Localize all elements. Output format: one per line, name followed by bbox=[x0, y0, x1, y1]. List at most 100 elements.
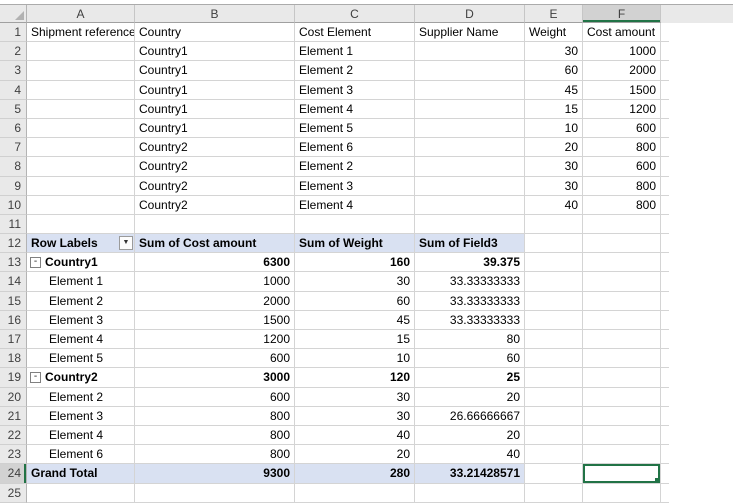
cell-E4[interactable]: 45 bbox=[525, 80, 583, 100]
cell-B8[interactable]: Country2 bbox=[135, 157, 295, 177]
cell-A23[interactable]: Element 6 bbox=[27, 445, 135, 465]
cell-C15[interactable]: 60 bbox=[295, 291, 415, 311]
cell-B3[interactable]: Country1 bbox=[135, 61, 295, 81]
cell-B4[interactable]: Country1 bbox=[135, 80, 295, 100]
cell-D3[interactable] bbox=[415, 61, 525, 81]
cell-D18[interactable]: 60 bbox=[415, 349, 525, 369]
row-header-4[interactable]: 4 bbox=[0, 80, 27, 100]
row-labels-filter-button[interactable]: ▼ bbox=[119, 236, 133, 251]
cell-A21[interactable]: Element 3 bbox=[27, 406, 135, 426]
cell-F24[interactable] bbox=[583, 464, 661, 484]
cell-E11[interactable] bbox=[525, 214, 583, 235]
cell-E15[interactable] bbox=[525, 291, 583, 311]
cell-A11[interactable] bbox=[27, 214, 135, 235]
column-header-a[interactable]: A bbox=[27, 5, 135, 23]
cell-D13[interactable]: 39.375 bbox=[415, 253, 525, 273]
cell-A12[interactable]: Row Labels ▼ bbox=[27, 234, 135, 254]
cell-E18[interactable] bbox=[525, 349, 583, 369]
cell-F2[interactable]: 1000 bbox=[583, 42, 661, 62]
cell-A16[interactable]: Element 3 bbox=[27, 310, 135, 330]
cell-B16[interactable]: 1500 bbox=[135, 310, 295, 330]
cell-B15[interactable]: 2000 bbox=[135, 291, 295, 311]
cell-F13[interactable] bbox=[583, 253, 661, 273]
cell-F7[interactable]: 800 bbox=[583, 138, 661, 158]
cell-B13[interactable]: 6300 bbox=[135, 253, 295, 273]
cell-D23[interactable]: 40 bbox=[415, 445, 525, 465]
cell-F8[interactable]: 600 bbox=[583, 157, 661, 177]
row-header-18[interactable]: 18 bbox=[0, 349, 27, 369]
row-header-23[interactable]: 23 bbox=[0, 445, 27, 465]
cell-D21[interactable]: 26.66666667 bbox=[415, 406, 525, 426]
cell-B22[interactable]: 800 bbox=[135, 425, 295, 446]
cell-E8[interactable]: 30 bbox=[525, 157, 583, 177]
cell-A9[interactable] bbox=[27, 176, 135, 196]
cell-A8[interactable] bbox=[27, 157, 135, 177]
cell-C12[interactable]: Sum of Weight bbox=[295, 234, 415, 254]
cell-C24[interactable]: 280 bbox=[295, 464, 415, 484]
cell-C9[interactable]: Element 3 bbox=[295, 176, 415, 196]
cell-B23[interactable]: 800 bbox=[135, 445, 295, 465]
row-header-3[interactable]: 3 bbox=[0, 61, 27, 81]
cell-C8[interactable]: Element 2 bbox=[295, 157, 415, 177]
row-header-16[interactable]: 16 bbox=[0, 310, 27, 330]
cell-A2[interactable] bbox=[27, 42, 135, 62]
cell-C7[interactable]: Element 6 bbox=[295, 138, 415, 158]
cell-C18[interactable]: 10 bbox=[295, 349, 415, 369]
cell-F1[interactable]: Cost amount bbox=[583, 23, 661, 43]
cell-C3[interactable]: Element 2 bbox=[295, 61, 415, 81]
cell-C10[interactable]: Element 4 bbox=[295, 195, 415, 215]
cell-A22[interactable]: Element 4 bbox=[27, 425, 135, 446]
cell-A4[interactable] bbox=[27, 80, 135, 100]
row-header-22[interactable]: 22 bbox=[0, 425, 27, 446]
cell-B17[interactable]: 1200 bbox=[135, 330, 295, 350]
cell-A3[interactable] bbox=[27, 61, 135, 81]
cell-E16[interactable] bbox=[525, 310, 583, 330]
cell-D14[interactable]: 33.33333333 bbox=[415, 272, 525, 292]
row-header-9[interactable]: 9 bbox=[0, 176, 27, 196]
cell-B2[interactable]: Country1 bbox=[135, 42, 295, 62]
cell-D16[interactable]: 33.33333333 bbox=[415, 310, 525, 330]
row-header-15[interactable]: 15 bbox=[0, 291, 27, 311]
row-header-2[interactable]: 2 bbox=[0, 42, 27, 62]
cell-E3[interactable]: 60 bbox=[525, 61, 583, 81]
cell-F17[interactable] bbox=[583, 330, 661, 350]
cell-E6[interactable]: 10 bbox=[525, 118, 583, 139]
cell-B20[interactable]: 600 bbox=[135, 387, 295, 407]
cell-E12[interactable] bbox=[525, 234, 583, 254]
cell-B18[interactable]: 600 bbox=[135, 349, 295, 369]
cell-E1[interactable]: Weight bbox=[525, 23, 583, 43]
cell-D5[interactable] bbox=[415, 99, 525, 119]
cell-C5[interactable]: Element 4 bbox=[295, 99, 415, 119]
cell-F21[interactable] bbox=[583, 406, 661, 426]
cell-D19[interactable]: 25 bbox=[415, 368, 525, 388]
column-header-f[interactable]: F bbox=[583, 5, 661, 23]
cell-B7[interactable]: Country2 bbox=[135, 138, 295, 158]
row-header-6[interactable]: 6 bbox=[0, 118, 27, 139]
cell-A13[interactable]: - Country1 bbox=[27, 253, 135, 273]
cell-D25[interactable] bbox=[415, 483, 525, 503]
column-header-c[interactable]: C bbox=[295, 5, 415, 23]
cell-D24[interactable]: 33.21428571 bbox=[415, 464, 525, 484]
column-header-b[interactable]: B bbox=[135, 5, 295, 23]
cell-B5[interactable]: Country1 bbox=[135, 99, 295, 119]
cell-E14[interactable] bbox=[525, 272, 583, 292]
cell-E21[interactable] bbox=[525, 406, 583, 426]
cell-F11[interactable] bbox=[583, 214, 661, 235]
cell-C25[interactable] bbox=[295, 483, 415, 503]
cell-A15[interactable]: Element 2 bbox=[27, 291, 135, 311]
cell-B12[interactable]: Sum of Cost amount bbox=[135, 234, 295, 254]
collapse-button[interactable]: - bbox=[30, 371, 41, 383]
cell-E23[interactable] bbox=[525, 445, 583, 465]
row-header-5[interactable]: 5 bbox=[0, 99, 27, 119]
cell-D7[interactable] bbox=[415, 138, 525, 158]
row-header-11[interactable]: 11 bbox=[0, 214, 27, 235]
cell-F3[interactable]: 2000 bbox=[583, 61, 661, 81]
row-header-12[interactable]: 12 bbox=[0, 234, 27, 254]
cell-D20[interactable]: 20 bbox=[415, 387, 525, 407]
cell-F14[interactable] bbox=[583, 272, 661, 292]
cell-A20[interactable]: Element 2 bbox=[27, 387, 135, 407]
select-all-button[interactable] bbox=[0, 5, 27, 23]
cell-F20[interactable] bbox=[583, 387, 661, 407]
cell-C21[interactable]: 30 bbox=[295, 406, 415, 426]
cell-B21[interactable]: 800 bbox=[135, 406, 295, 426]
